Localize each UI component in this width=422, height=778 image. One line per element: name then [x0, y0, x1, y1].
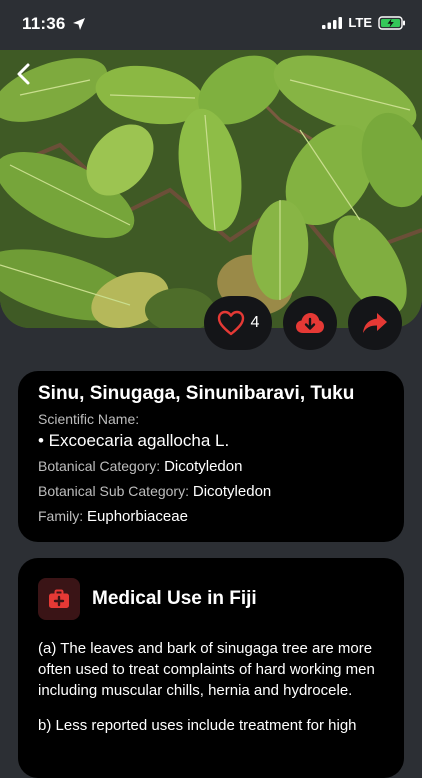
status-right: LTE — [322, 15, 406, 30]
scientific-name-label: Scientific Name: — [38, 411, 140, 427]
medical-title: Medical Use in Fiji — [92, 588, 257, 609]
medical-paragraph: (a) The leaves and bark of sinugaga tree… — [38, 640, 375, 699]
like-count: 4 — [250, 314, 260, 331]
heart-outline-icon — [217, 310, 244, 336]
plant-common-names: Sinu, Sinugaga, Sinunibaravi, Tuku — [38, 383, 355, 404]
botanical-category-label: Botanical Category: — [38, 458, 161, 474]
medical-header: Medical Use in Fiji — [38, 578, 384, 620]
botanical-sub-category-row: Botanical Sub Category: Dicotyledon — [38, 479, 384, 504]
back-button[interactable] — [10, 60, 38, 88]
like-button[interactable]: 4 — [204, 296, 272, 350]
plant-info-card: Sinu, Sinugaga, Sinunibaravi, Tuku Scien… — [18, 371, 404, 542]
share-button[interactable] — [348, 296, 402, 350]
scientific-name: • Excoecaria agallocha L. — [38, 431, 230, 450]
botanical-sub-category-value: Dicotyledon — [192, 483, 272, 500]
share-arrow-icon — [363, 313, 387, 333]
download-button[interactable] — [283, 296, 337, 350]
leaves-image — [0, 50, 422, 328]
cloud-download-icon — [296, 313, 324, 333]
medical-use-card: Medical Use in Fiji (a) The leaves and b… — [18, 558, 404, 778]
family-value: Euphorbiaceae — [87, 508, 188, 525]
signal-icon — [322, 16, 343, 29]
first-aid-kit-icon — [38, 578, 80, 620]
chevron-left-icon — [17, 63, 30, 85]
medical-paragraph: b) Less reported uses include treatment … — [38, 717, 357, 734]
botanical-sub-category-label: Botanical Sub Category: — [38, 483, 189, 499]
family-label: Family: — [38, 508, 84, 524]
battery-charging-icon — [378, 15, 405, 30]
action-bar: 4 — [0, 296, 422, 352]
plant-photo — [0, 50, 422, 328]
status-time-group: 11:36 — [22, 14, 86, 34]
botanical-category-row: Botanical Category: Dicotyledon — [38, 454, 384, 479]
status-bar: 11:36 LTE — [0, 0, 422, 50]
location-arrow-icon — [72, 18, 85, 30]
botanical-category-value: Dicotyledon — [164, 458, 243, 475]
network-label: LTE — [348, 15, 372, 30]
family-row: Family: Euphorbiaceae — [38, 504, 384, 529]
status-time: 11:36 — [22, 14, 66, 33]
